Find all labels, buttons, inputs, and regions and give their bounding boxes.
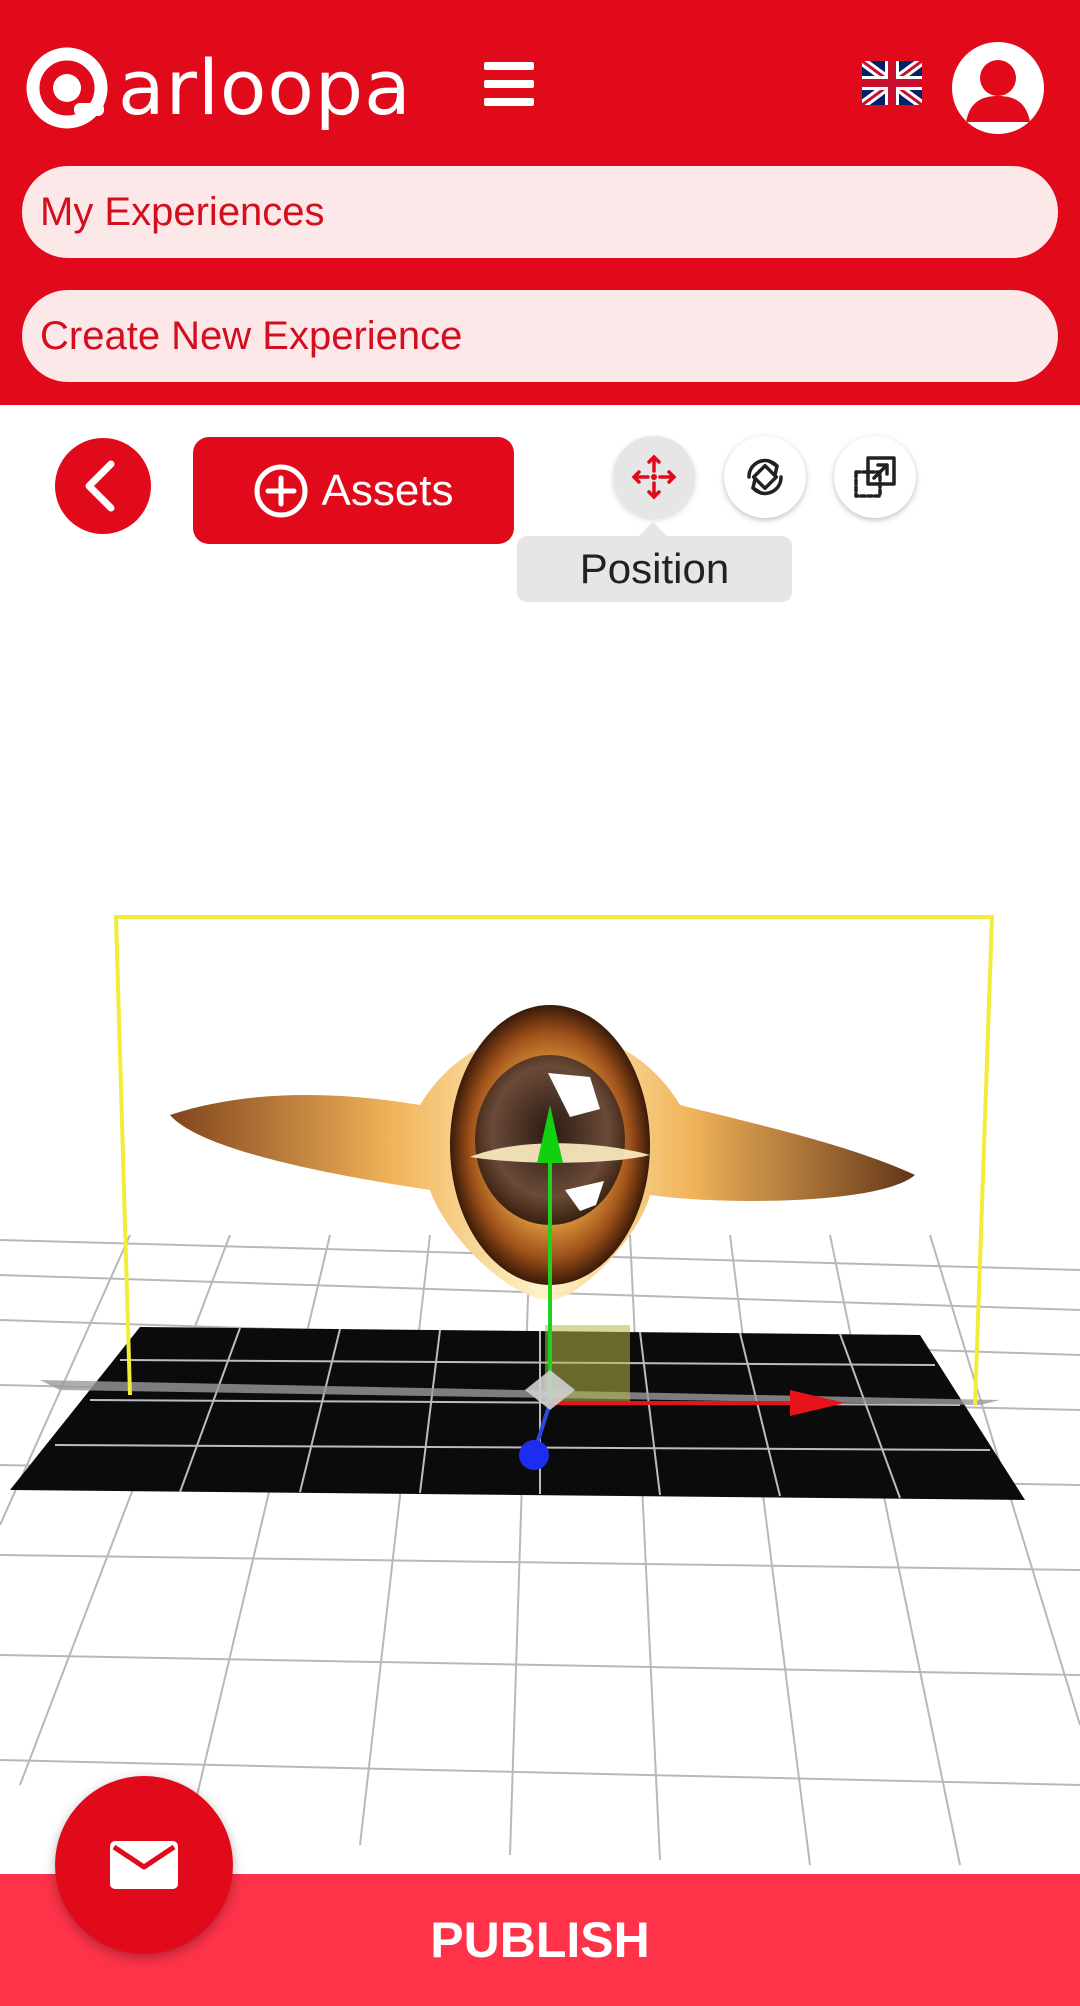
contact-mail-button[interactable] bbox=[55, 1776, 233, 1954]
back-button[interactable] bbox=[55, 438, 151, 534]
3d-viewport[interactable] bbox=[0, 405, 1080, 1875]
uk-flag-icon[interactable] bbox=[859, 57, 925, 109]
scene-canvas[interactable] bbox=[0, 405, 1080, 1875]
move-arrows-icon bbox=[631, 454, 677, 500]
arloopa-logo-icon bbox=[22, 43, 112, 133]
position-tooltip: Position bbox=[517, 522, 792, 602]
my-experiences-button[interactable]: My Experiences bbox=[22, 166, 1058, 258]
rotate-tool-button[interactable] bbox=[724, 436, 806, 518]
mail-icon bbox=[110, 1841, 178, 1889]
assets-label: Assets bbox=[321, 465, 454, 515]
brand-name: arloopa bbox=[118, 43, 412, 132]
scale-icon bbox=[854, 456, 896, 498]
add-assets-button[interactable]: Assets bbox=[193, 437, 514, 544]
position-tool-button[interactable] bbox=[613, 436, 695, 518]
hamburger-menu-icon[interactable] bbox=[484, 62, 534, 106]
plus-circle-icon bbox=[254, 464, 308, 517]
rotate-icon bbox=[747, 458, 783, 496]
ground-plane bbox=[10, 1327, 1025, 1500]
create-new-experience-button[interactable]: Create New Experience bbox=[22, 290, 1058, 382]
arloopa-logo[interactable]: arloopa bbox=[22, 38, 422, 138]
user-avatar-icon[interactable] bbox=[952, 42, 1044, 134]
app-header: arloopa My Experiences Create New Experi… bbox=[0, 0, 1080, 405]
scale-tool-button[interactable] bbox=[834, 436, 916, 518]
chevron-left-icon bbox=[85, 460, 115, 512]
